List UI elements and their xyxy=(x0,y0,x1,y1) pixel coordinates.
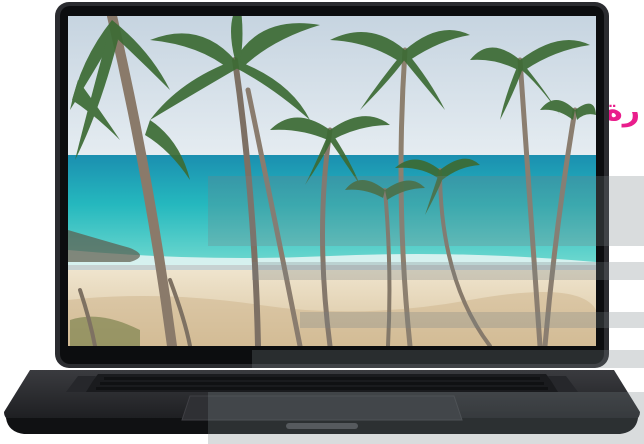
overlay-panel xyxy=(208,176,644,246)
screen-wallpaper xyxy=(68,16,596,346)
overlay-panel xyxy=(208,392,644,444)
keyboard xyxy=(66,374,578,392)
overlay-panel xyxy=(300,312,644,328)
overlay-panel xyxy=(252,350,644,368)
overlay-panel xyxy=(252,262,644,280)
